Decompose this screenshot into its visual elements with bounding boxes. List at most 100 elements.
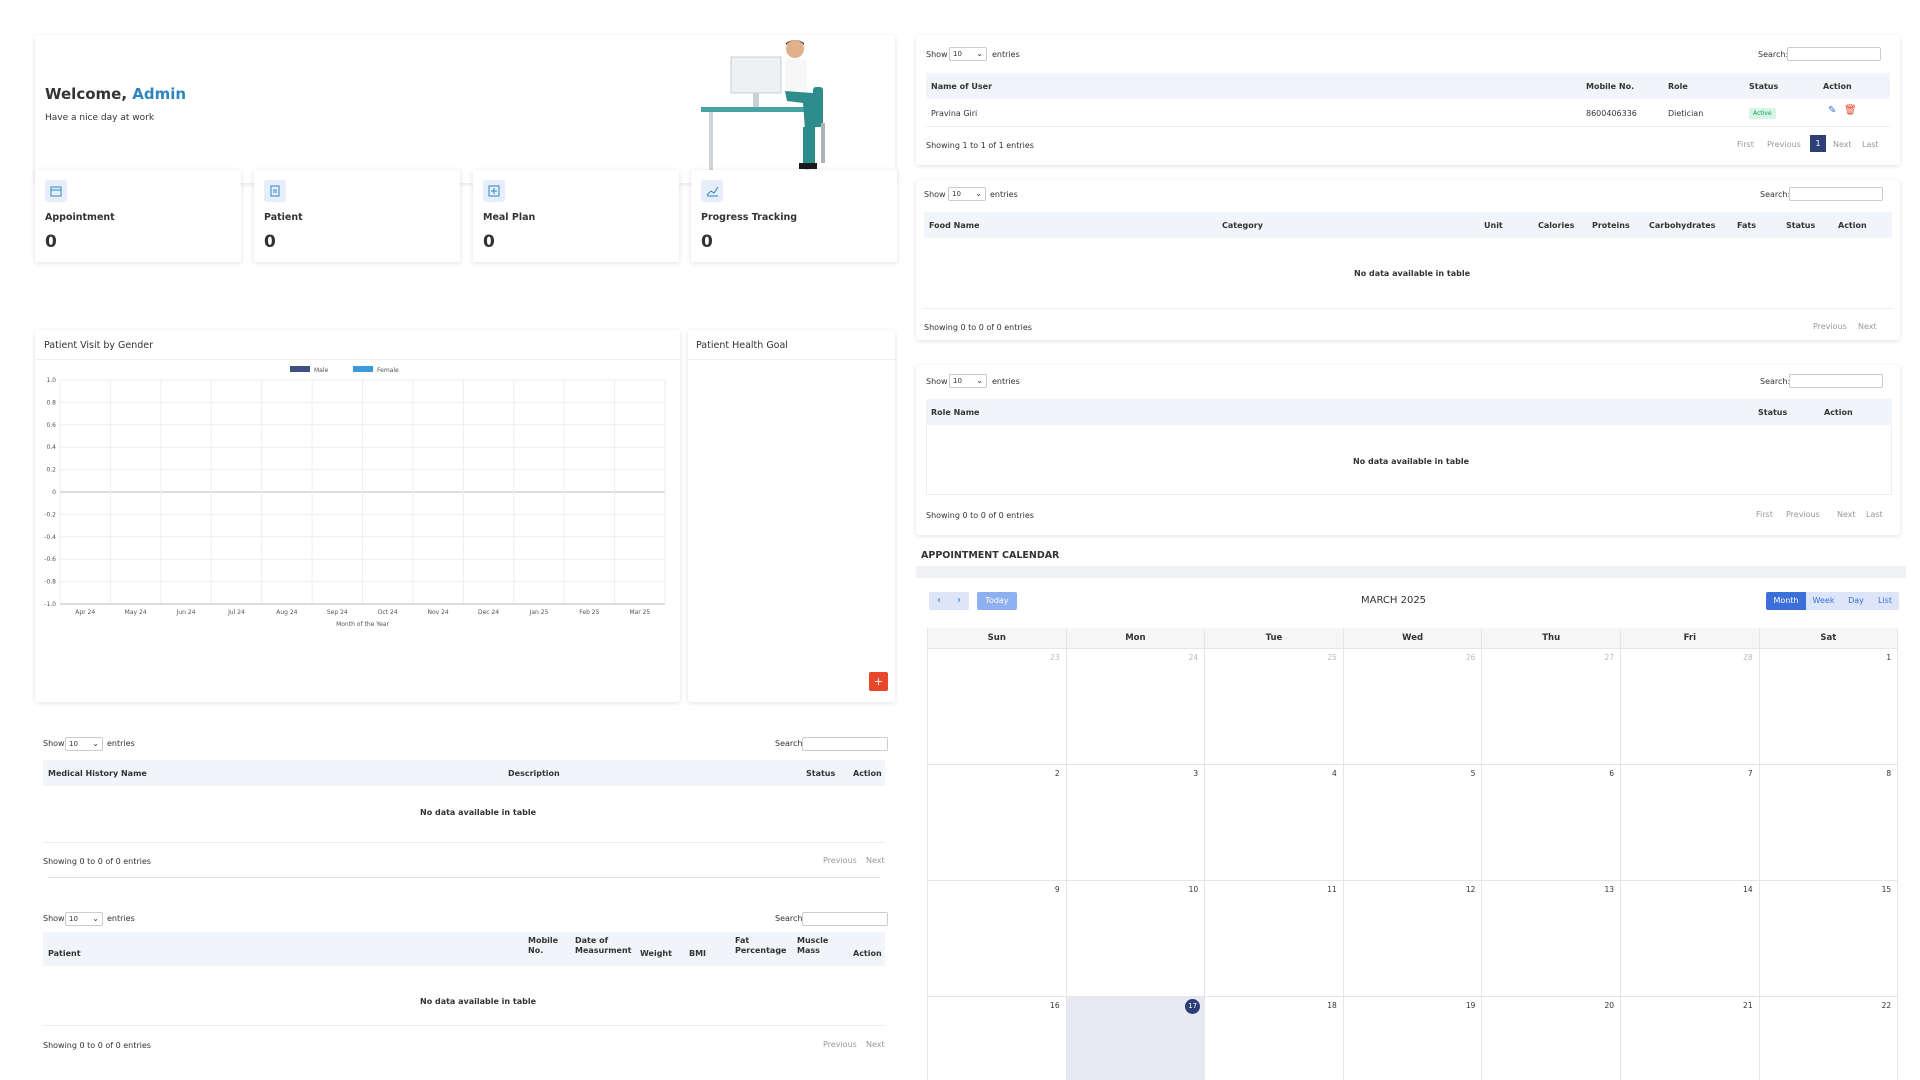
calendar-day-cell[interactable]: 9 [927,880,1066,996]
page-size-select[interactable]: 10 ⌄ [949,374,987,388]
first-button[interactable]: First [1737,140,1754,149]
calendar-day-cell[interactable]: 1 [1758,648,1898,764]
calendar-day-cell[interactable]: 22 [1758,996,1898,1080]
column-header[interactable]: Action [1824,408,1853,417]
page-size-select[interactable]: 10 ⌄ [65,912,103,926]
page-1-button[interactable]: 1 [1810,135,1826,152]
view-month-button[interactable]: Month [1766,592,1806,610]
column-header[interactable]: Fats [1737,221,1756,230]
column-header[interactable]: Category [1222,221,1263,230]
column-header[interactable]: Patient [48,949,81,958]
calendar-day-cell[interactable]: 8 [1758,764,1898,880]
calendar-day-cell[interactable]: 28 [1620,648,1759,764]
column-header[interactable]: Weight [640,949,672,958]
calendar-day-cell[interactable]: 15 [1758,880,1898,996]
x-tick-label: Feb 25 [579,609,599,616]
column-header[interactable]: Fat Percentage [735,936,786,956]
previous-button[interactable]: Previous [1767,140,1801,149]
page-size-select[interactable]: 10 ⌄ [948,187,986,201]
column-header[interactable]: Date of Measurment [575,936,631,956]
calendar-day-cell[interactable]: 23 [927,648,1066,764]
add-health-goal-button[interactable]: + [869,672,888,691]
column-header[interactable]: Status [1786,221,1815,230]
search-input[interactable] [802,912,888,926]
view-list-button[interactable]: List [1871,592,1899,610]
stat-card-meal-plan[interactable]: Meal Plan 0 [473,170,679,262]
last-button[interactable]: Last [1866,510,1883,519]
page-size-select[interactable]: 10 ⌄ [65,737,103,751]
page-size-select[interactable]: 10 ⌄ [949,47,987,61]
previous-button[interactable]: Previous [1786,510,1820,519]
calendar-day-cell[interactable]: 18 [1204,996,1343,1080]
search-input[interactable] [1787,47,1881,61]
calendar-day-cell[interactable]: 2 [927,764,1066,880]
column-header[interactable]: Role [1668,82,1688,91]
column-header[interactable]: Proteins [1592,221,1630,230]
column-header[interactable]: Description [508,769,560,778]
calendar-day-cell[interactable]: 14 [1620,880,1759,996]
next-button[interactable]: Next [1837,510,1856,519]
delete-icon[interactable]: 🗑 [1844,105,1857,116]
calendar-today-button[interactable]: Today [977,592,1017,610]
column-header[interactable]: Mobile No. [1586,82,1634,91]
column-header[interactable]: Status [1749,82,1778,91]
stat-card-progress-tracking[interactable]: Progress Tracking 0 [691,170,897,262]
view-day-button[interactable]: Day [1841,592,1871,610]
previous-button[interactable]: Previous [1813,322,1847,331]
calendar-day-cell[interactable]: 10 [1065,880,1205,996]
column-header[interactable]: Action [1838,221,1867,230]
calendar-day-number: 19 [1465,1001,1476,1010]
previous-button[interactable]: Previous [823,856,857,865]
stat-card-appointment[interactable]: Appointment 0 [35,170,241,262]
column-header[interactable]: Role Name [931,408,979,417]
column-header[interactable]: Status [1758,408,1787,417]
stat-card-patient[interactable]: Patient 0 [254,170,460,262]
edit-icon[interactable]: ✎ [1828,105,1836,116]
last-button[interactable]: Last [1862,140,1879,149]
calendar-day-cell[interactable]: 11 [1204,880,1343,996]
view-week-button[interactable]: Week [1806,592,1841,610]
search-input[interactable] [1789,374,1883,388]
next-button[interactable]: Next [866,1040,885,1049]
previous-button[interactable]: Previous [823,1040,857,1049]
column-header[interactable]: Action [853,949,882,958]
gender-chart-panel: Patient Visit by Gender Male Female 1.0 0.8… [35,330,680,702]
calendar-day-cell[interactable]: 3 [1065,764,1205,880]
column-header[interactable]: Status [806,769,835,778]
calendar-day-cell[interactable]: 20 [1481,996,1620,1080]
calendar-next-button[interactable]: › [949,592,969,610]
calendar-day-cell[interactable]: 27 [1481,648,1620,764]
next-button[interactable]: Next [1833,140,1852,149]
search-input[interactable] [802,737,888,751]
column-header[interactable]: Action [1823,82,1852,91]
no-data-message: No data available in table [420,997,537,1006]
column-header[interactable]: Muscle Mass [797,936,833,956]
calendar-day-cell[interactable]: 26 [1342,648,1482,764]
column-header[interactable]: Name of User [931,82,992,91]
calendar-prev-button[interactable]: ‹ [929,592,949,610]
calendar-day-cell[interactable]: 6 [1481,764,1620,880]
calendar-day-cell[interactable]: 12 [1342,880,1482,996]
column-header[interactable]: Food Name [929,221,980,230]
first-button[interactable]: First [1756,510,1773,519]
calendar-day-cell[interactable]: 16 [927,996,1066,1080]
column-header[interactable]: Medical History Name [48,769,147,778]
calendar-day-cell[interactable]: 25 [1204,648,1343,764]
column-header[interactable]: Mobile No. [528,936,568,956]
calendar-day-cell[interactable]: 19 [1342,996,1482,1080]
column-header[interactable]: Action [853,769,882,778]
search-input[interactable] [1789,187,1883,201]
calendar-day-cell[interactable]: 5 [1342,764,1482,880]
next-button[interactable]: Next [866,856,885,865]
column-header[interactable]: BMI [689,949,706,958]
column-header[interactable]: Carbohydrates [1649,221,1715,230]
calendar-day-cell[interactable]: 21 [1620,996,1759,1080]
next-button[interactable]: Next [1858,322,1877,331]
calendar-day-cell[interactable]: 24 [1065,648,1205,764]
calendar-day-cell[interactable]: 13 [1481,880,1620,996]
column-header[interactable]: Calories [1538,221,1574,230]
column-header[interactable]: Unit [1484,221,1503,230]
calendar-day-cell[interactable]: 7 [1620,764,1759,880]
calendar-day-cell[interactable]: 4 [1204,764,1343,880]
calendar-day-cell[interactable]: 17 [1065,996,1205,1080]
